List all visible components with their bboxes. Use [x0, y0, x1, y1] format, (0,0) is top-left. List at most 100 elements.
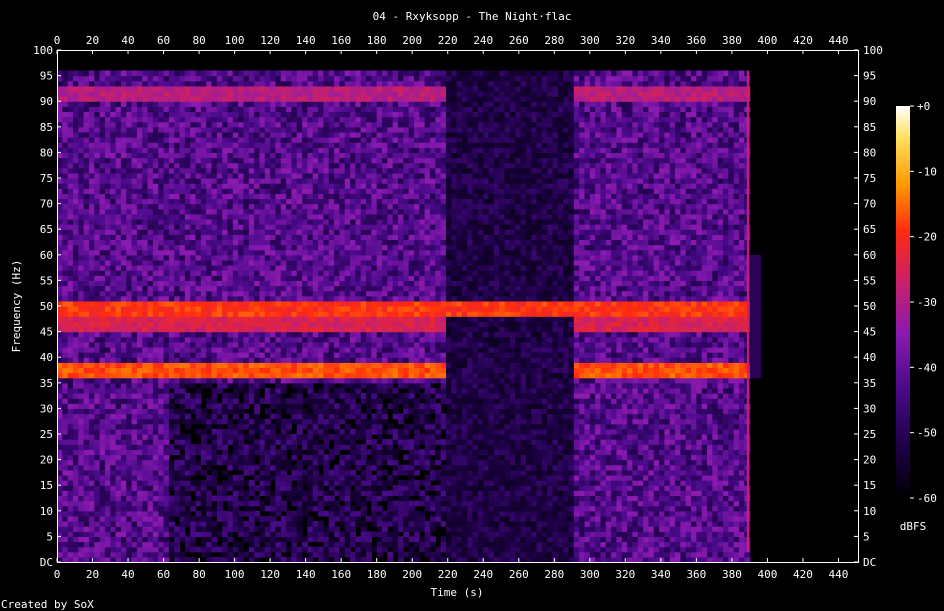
heatmap-cell — [115, 234, 122, 241]
heatmap-cell — [222, 341, 229, 348]
heatmap-cell — [254, 316, 261, 322]
heatmap-cell — [307, 413, 314, 420]
heatmap-cell — [104, 444, 111, 450]
heatmap-cell — [131, 321, 138, 328]
heatmap-cell — [195, 85, 202, 92]
heatmap-cell — [264, 218, 271, 225]
heatmap-cell — [72, 285, 79, 292]
heatmap-cell — [211, 126, 218, 133]
heatmap-cell — [275, 147, 282, 153]
heatmap-cell — [227, 126, 234, 133]
heatmap-cell — [318, 270, 325, 276]
heatmap-cell — [136, 490, 143, 497]
heatmap-cell — [99, 290, 106, 297]
heatmap-cell — [88, 275, 95, 281]
heatmap-cell — [222, 428, 229, 435]
heatmap-cell — [78, 352, 85, 358]
heatmap-cell — [72, 244, 79, 251]
heatmap-cell — [211, 398, 218, 404]
heatmap-cell — [131, 96, 138, 102]
heatmap-cell — [94, 464, 101, 471]
heatmap-cell — [126, 382, 133, 389]
heatmap-cell — [184, 541, 191, 548]
heatmap-cell — [78, 439, 85, 445]
heatmap-cell — [243, 162, 250, 169]
heatmap-cell — [291, 556, 298, 563]
heatmap-cell — [200, 551, 207, 558]
heatmap-cell — [158, 485, 165, 491]
heatmap-cell — [254, 137, 261, 143]
heatmap-cell — [83, 152, 90, 159]
heatmap-cell — [248, 198, 255, 205]
heatmap-cell — [248, 326, 255, 333]
heatmap-cell — [280, 254, 287, 261]
heatmap-cell — [67, 213, 74, 220]
heatmap-cell — [126, 531, 133, 537]
heatmap-cell — [88, 428, 95, 435]
heatmap-cell — [334, 505, 340, 512]
heatmap-cell — [222, 121, 229, 128]
heatmap-cell — [72, 157, 79, 164]
heatmap-cell — [115, 464, 122, 471]
heatmap-cell — [254, 75, 261, 82]
heatmap-cell — [275, 142, 282, 148]
heatmap-cell — [67, 408, 74, 415]
heatmap-cell — [334, 229, 340, 235]
heatmap-cell — [264, 454, 271, 461]
heatmap-cell — [286, 372, 293, 379]
heatmap-cell — [126, 101, 133, 107]
heatmap-cell — [243, 285, 250, 292]
heatmap-cell — [227, 346, 234, 353]
heatmap-cell — [222, 188, 229, 194]
heatmap-cell — [206, 183, 213, 189]
heatmap-cell — [72, 387, 79, 394]
heatmap-cell — [312, 152, 319, 159]
heatmap-cell — [328, 183, 335, 189]
heatmap-cell — [88, 434, 95, 440]
heatmap-cell — [280, 111, 287, 118]
heatmap-cell — [174, 213, 181, 220]
heatmap-cell — [99, 157, 106, 164]
heatmap-cell — [83, 188, 90, 194]
heatmap-cell — [200, 96, 207, 102]
heatmap-cell — [195, 311, 202, 317]
heatmap-cell — [296, 229, 303, 235]
heatmap-cell — [254, 167, 261, 174]
heatmap-cell — [88, 116, 95, 123]
heatmap-cell — [307, 111, 314, 118]
heatmap-cell — [152, 387, 159, 394]
heatmap-cell — [270, 500, 277, 507]
heatmap-cell — [131, 239, 138, 246]
heatmap-cell — [206, 377, 213, 384]
heatmap-cell — [67, 121, 74, 128]
heatmap-cell — [227, 454, 234, 461]
heatmap-cell — [147, 418, 154, 425]
heatmap-cell — [286, 423, 293, 430]
heatmap-cell — [307, 495, 314, 502]
heatmap-cell — [232, 152, 239, 159]
heatmap-cell — [211, 331, 218, 338]
heatmap-cell — [184, 137, 191, 143]
heatmap-cell — [211, 362, 218, 369]
heatmap-cell — [339, 229, 346, 235]
heatmap-cell — [211, 85, 218, 92]
heatmap-cell — [334, 377, 340, 384]
heatmap-cell — [238, 106, 245, 113]
heatmap-cell — [264, 331, 271, 338]
heatmap-cell — [184, 362, 191, 369]
heatmap-cell — [222, 126, 229, 133]
heatmap-cell — [136, 536, 143, 543]
heatmap-cell — [163, 341, 170, 348]
heatmap-cell — [264, 137, 271, 143]
heatmap-cell — [216, 336, 223, 343]
heatmap-cell — [168, 531, 175, 537]
heatmap-cell — [334, 121, 340, 128]
heatmap-cell — [222, 239, 229, 246]
heatmap-cell — [243, 387, 250, 394]
heatmap-cell — [195, 377, 202, 384]
heatmap-cell — [307, 372, 314, 379]
heatmap-cell — [174, 259, 181, 266]
heatmap-cell — [184, 178, 191, 184]
heatmap-cell — [131, 459, 138, 466]
heatmap-cell — [72, 469, 79, 476]
